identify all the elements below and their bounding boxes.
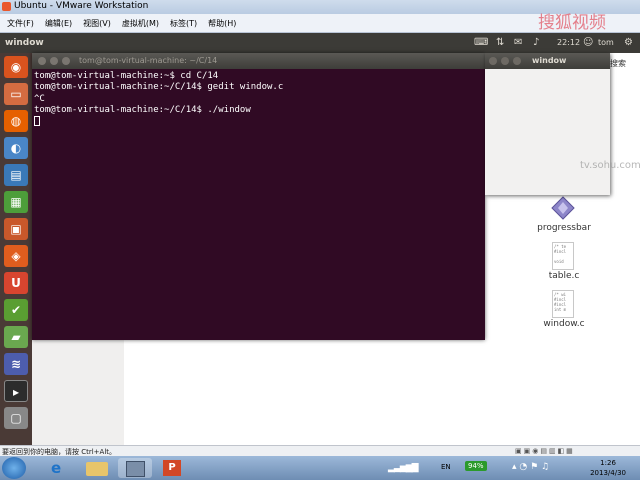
language-indicator[interactable]: EN	[441, 463, 451, 471]
menu-view[interactable]: 视图(V)	[83, 18, 111, 29]
file-label-window-c[interactable]: window.c	[529, 319, 599, 329]
file-label-progressbar[interactable]: progressbar	[529, 223, 599, 233]
clock-time: 1:26	[600, 459, 616, 467]
device-icons[interactable]: ▣▣◉▤▥◧▦	[515, 447, 575, 455]
terminal-cursor	[34, 116, 40, 127]
vmware-icon	[126, 461, 145, 477]
vmware-taskbar-button[interactable]	[118, 458, 152, 478]
search-label: 搜索	[610, 59, 626, 68]
battery-indicator[interactable]: 94%	[465, 461, 487, 471]
gtk-app-window[interactable]: window	[485, 53, 610, 195]
user-icon[interactable]: ☺	[583, 37, 593, 48]
app-window-title-bar[interactable]: window	[485, 53, 610, 69]
clock[interactable]: 22:12	[557, 38, 580, 47]
writer-icon[interactable]: ▤	[4, 164, 28, 186]
close-icon[interactable]	[38, 57, 46, 65]
software-center-icon[interactable]: ◈	[4, 245, 28, 267]
thunderbird-icon[interactable]: ◐	[4, 137, 28, 159]
terminal-title: tom@tom-virtual-machine: ~/C/14	[79, 56, 218, 65]
menu-edit[interactable]: 编辑(E)	[45, 18, 72, 29]
maximize-icon[interactable]	[62, 57, 70, 65]
terminal-window[interactable]: tom@tom-virtual-machine: ~/C/14 tom@tom-…	[32, 53, 485, 340]
powerpoint-taskbar-button[interactable]: P	[156, 458, 190, 478]
terminal-line: tom@tom-virtual-machine:~/C/14$ ./window	[34, 104, 251, 115]
vmware-icon	[2, 2, 11, 11]
panel-app-title: window	[5, 38, 44, 48]
watermark-url: tv.sohu.com	[580, 160, 640, 171]
watermark: 搜狐视频	[538, 13, 606, 33]
unity-launcher: ◉ ▭ ◍ ◐ ▤ ▦ ▣ ◈ U ✔ ▰ ≋ ▸ ▢	[0, 53, 32, 445]
clock-date: 2013/4/30	[590, 469, 626, 477]
folder-icon	[86, 462, 108, 476]
terminal-title-bar[interactable]: tom@tom-virtual-machine: ~/C/14	[32, 53, 485, 69]
tray-icons[interactable]: ▴ ◔ ⚑ ♫	[512, 462, 549, 472]
ie-taskbar-button[interactable]: e	[42, 458, 76, 478]
minimize-icon[interactable]	[50, 57, 58, 65]
ie-icon: e	[51, 459, 62, 477]
powerpoint-icon: P	[163, 460, 181, 476]
switcher-icon[interactable]: ≋	[4, 353, 28, 375]
firefox-icon[interactable]: ◍	[4, 110, 28, 132]
terminal-line: tom@tom-virtual-machine:~/C/14$ gedit wi…	[34, 82, 284, 93]
explorer-taskbar-button[interactable]	[80, 458, 114, 478]
window-title: Ubuntu - VMware Workstation	[14, 1, 149, 11]
terminal-icon[interactable]: ▸	[4, 380, 28, 402]
gear-icon[interactable]: ⚙	[624, 37, 633, 48]
home-folder-icon[interactable]: ▭	[4, 83, 28, 105]
progressbar-file-icon[interactable]	[551, 196, 575, 220]
start-button[interactable]	[2, 457, 26, 479]
user-name[interactable]: tom	[598, 38, 614, 47]
dash-home-icon[interactable]: ◉	[4, 56, 28, 78]
signal-icon[interactable]: ▂▃▅▆▇	[388, 463, 419, 473]
c-file-icon[interactable]: /* te #incl void	[552, 242, 574, 270]
volume-icon[interactable]: ♪	[533, 37, 539, 48]
ubuntu-one-icon[interactable]: U	[4, 272, 28, 294]
minimize-icon[interactable]	[501, 57, 509, 65]
c-file-icon[interactable]: /* wi #incl #incl int m	[552, 290, 574, 318]
close-icon[interactable]	[489, 57, 497, 65]
ubuntu-top-panel: window ⌨ ⇅ ✉ ♪ 22:12 ☺ tom ⚙	[0, 33, 640, 53]
file-manager-sidebar	[32, 340, 124, 445]
impress-icon[interactable]: ▣	[4, 218, 28, 240]
menu-tabs[interactable]: 标签(T)	[170, 18, 197, 29]
keyboard-icon[interactable]: ⌨	[474, 37, 488, 48]
calc-icon[interactable]: ▦	[4, 191, 28, 213]
terminal-output[interactable]: tom@tom-virtual-machine:~$ cd C/14 tom@to…	[34, 71, 283, 128]
file-label-table-c[interactable]: table.c	[529, 271, 599, 281]
terminal-line: ^C	[34, 93, 45, 104]
terminal-line: tom@tom-virtual-machine:~$ cd C/14	[34, 71, 219, 81]
settings-icon[interactable]: ✔	[4, 299, 28, 321]
vmware-menu-bar: 文件(F) 编辑(E) 视图(V) 虚拟机(M) 标签(T) 帮助(H) 搜狐视频	[0, 13, 640, 33]
mail-icon[interactable]: ✉	[514, 37, 522, 48]
trash-icon[interactable]: ▢	[4, 407, 28, 429]
windows-taskbar: e P ▂▃▅▆▇ EN 94% ▴ ◔ ⚑ ♫ 1:26 2013/4/30	[0, 456, 640, 480]
maximize-icon[interactable]	[513, 57, 521, 65]
network-icon[interactable]: ⇅	[496, 37, 504, 48]
workspace-icon[interactable]: ▰	[4, 326, 28, 348]
app-window-title: window	[532, 56, 567, 65]
menu-file[interactable]: 文件(F)	[7, 18, 34, 29]
menu-vm[interactable]: 虚拟机(M)	[122, 18, 159, 29]
taskbar-clock[interactable]: 1:26 2013/4/30	[590, 458, 626, 478]
menu-help[interactable]: 帮助(H)	[208, 18, 236, 29]
